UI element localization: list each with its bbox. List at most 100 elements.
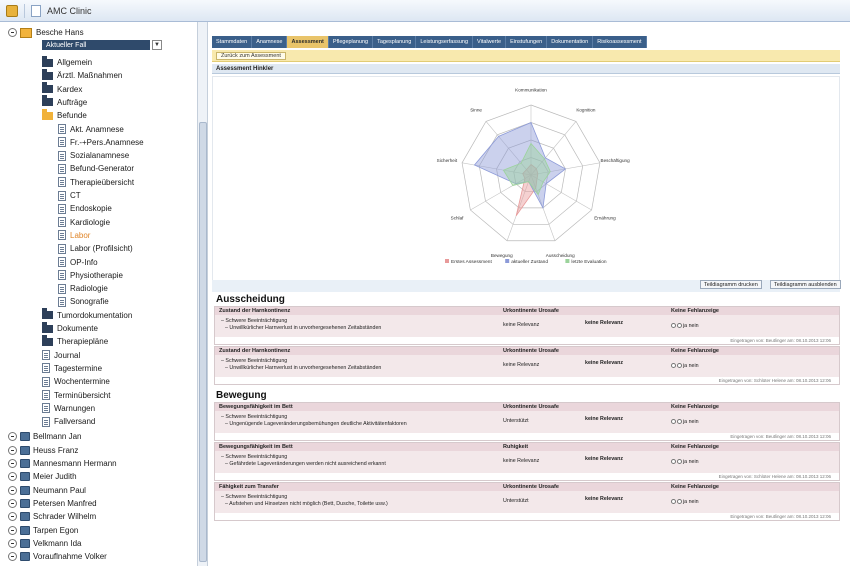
tree-item[interactable]: Radiologie <box>58 282 108 295</box>
tree-item[interactable]: Akt. Anamnese <box>58 123 124 136</box>
tree-scrollbar-thumb[interactable] <box>199 122 207 562</box>
tree-item[interactable]: Befund-Generator <box>58 162 134 175</box>
collapse-toggle-icon[interactable] <box>8 28 17 37</box>
tree-item[interactable]: Ärztl. Maßnahmen <box>42 68 122 82</box>
yes-no-radio-group[interactable]: ja nein <box>671 499 699 505</box>
patient-name: Velkmann Ida <box>33 538 82 548</box>
tab-risikoassessment[interactable]: Risikoassessment <box>593 36 647 48</box>
expand-toggle-icon[interactable] <box>8 432 17 442</box>
tab-vitalwerte[interactable]: Vitalwerte <box>473 36 507 48</box>
tree-item[interactable]: Labor (Profilsicht) <box>58 242 133 255</box>
case-selector[interactable]: Aktueller Fall ▼ <box>42 40 162 50</box>
radio-yes[interactable] <box>671 459 676 465</box>
tree-item[interactable]: Tagestermine <box>42 362 102 375</box>
expand-toggle-icon[interactable] <box>8 552 17 562</box>
tree-item[interactable]: Sozialanamnese <box>58 149 129 162</box>
radio-yes[interactable] <box>671 499 676 505</box>
tree-item[interactable]: Kardiologie <box>58 216 110 229</box>
radio-labels: ja nein <box>683 459 699 465</box>
expand-toggle-icon[interactable] <box>8 538 17 548</box>
expand-toggle-icon[interactable] <box>8 498 17 508</box>
patient-node[interactable]: Vorauflnahme Volker <box>8 550 107 563</box>
tree-item[interactable]: Befunde <box>42 108 87 122</box>
tree-item[interactable]: Labor <box>58 229 90 242</box>
print-chart-button[interactable]: Teildiagramm drucken <box>700 280 762 289</box>
expand-toggle-icon[interactable] <box>8 525 17 535</box>
tree-item[interactable]: Therapieübersicht <box>58 176 134 189</box>
tree-item[interactable]: Allgemein <box>42 55 92 69</box>
card-value: keine Relevanz <box>585 320 623 326</box>
hide-chart-button[interactable]: Teildiagramm ausblenden <box>770 280 841 289</box>
tree-item[interactable]: Wochentermine <box>42 375 110 388</box>
patient-node[interactable]: Neumann Paul <box>8 484 86 497</box>
tree-item[interactable]: Fallversand <box>42 415 95 428</box>
card-severity: – Schwere Beeinträchtigung <box>221 494 288 500</box>
radio-no[interactable] <box>677 323 682 329</box>
document-icon <box>42 376 50 387</box>
tab-assessment[interactable]: Assessment <box>287 36 329 48</box>
card-column-header: Keine Fehlanzeige <box>671 404 719 410</box>
patient-tree: Besche Hans Allgemein Ärztl. Maßnahmen Kard… <box>0 22 198 566</box>
tab-tagesplanung[interactable]: Tagesplanung <box>373 36 417 48</box>
expand-toggle-icon[interactable] <box>8 512 17 522</box>
tree-item[interactable]: Journal <box>42 349 80 362</box>
yes-no-radio-group[interactable]: ja nein <box>671 323 699 329</box>
radio-no[interactable] <box>677 363 682 369</box>
patient-node[interactable]: Bellmann Jan <box>8 430 81 443</box>
assessment-card: Bewegungsfähigkeit im Bett Ruhigkeit Keine… <box>214 442 840 481</box>
patient-node[interactable]: Petersen Manfred <box>8 497 97 510</box>
patient-node[interactable]: Mannesmann Hermann <box>8 457 117 470</box>
yes-no-radio-group[interactable]: ja nein <box>671 419 699 425</box>
radio-labels: ja nein <box>683 419 699 425</box>
app-logo-icon[interactable] <box>6 4 18 17</box>
tab-stammdaten[interactable]: Stammdaten <box>212 36 253 48</box>
tree-item[interactable]: Sonografie <box>58 295 109 308</box>
radio-no[interactable] <box>677 499 682 505</box>
card-value: keine Relevanz <box>503 458 540 464</box>
tab-einstufungen[interactable]: Einstufungen <box>506 36 548 48</box>
tab-anamnese[interactable]: Anamnese <box>252 36 288 48</box>
tree-item[interactable]: Aufträge <box>42 95 87 109</box>
patient-node[interactable]: Heuss Franz <box>8 444 78 457</box>
patient-node[interactable]: Schrader Wilhelm <box>8 510 96 523</box>
tab-pflegeplanung[interactable]: Pflegeplanung <box>328 36 374 48</box>
radio-yes[interactable] <box>671 363 676 369</box>
legend-swatch <box>445 259 449 263</box>
back-to-assessment-button[interactable]: Zurück zum Assessment <box>216 52 286 60</box>
patient-node[interactable]: Tarpen Egon <box>8 524 78 537</box>
tree-item[interactable]: Endoskopie <box>58 202 112 215</box>
radio-yes[interactable] <box>671 419 676 425</box>
folder-icon <box>42 308 53 320</box>
card-footer: Eingetragen von: Beutlinger am: 08.10.20… <box>215 513 839 520</box>
tree-item[interactable]: Dokumente <box>42 321 98 335</box>
tree-item[interactable]: Kardex <box>42 82 82 96</box>
tree-item[interactable]: Tumordokumentation <box>42 308 132 322</box>
card-severity: – Schwere Beeinträchtigung <box>221 454 288 460</box>
patient-node-open[interactable]: Besche Hans <box>8 26 84 39</box>
tree-item[interactable]: Physiotherapie <box>58 269 123 282</box>
tab-dokumentation[interactable]: Dokumentation <box>547 36 594 48</box>
chevron-down-icon[interactable]: ▼ <box>152 40 162 50</box>
radio-no[interactable] <box>677 459 682 465</box>
tree-item[interactable]: Terminübersicht <box>42 389 110 402</box>
radio-labels: ja nein <box>683 499 699 505</box>
radio-no[interactable] <box>677 419 682 425</box>
patient-name: Heuss Franz <box>33 445 79 455</box>
tree-scrollbar[interactable] <box>198 22 208 566</box>
tree-item[interactable]: Fr.-+Pers.Anamnese <box>58 136 144 149</box>
patient-node[interactable]: Velkmann Ida <box>8 537 81 550</box>
radio-yes[interactable] <box>671 323 676 329</box>
tree-item-label: Fr.-+Pers.Anamnese <box>70 137 144 147</box>
expand-toggle-icon[interactable] <box>8 445 17 455</box>
yes-no-radio-group[interactable]: ja nein <box>671 459 699 465</box>
tree-item[interactable]: Therapiepläne <box>42 334 108 348</box>
tree-item[interactable]: Warnungen <box>42 402 95 415</box>
expand-toggle-icon[interactable] <box>8 459 17 468</box>
tree-item[interactable]: OP-Info <box>58 256 98 269</box>
yes-no-radio-group[interactable]: ja nein <box>671 363 699 369</box>
expand-toggle-icon[interactable] <box>8 485 17 495</box>
tree-item[interactable]: CT <box>58 189 81 202</box>
tab-leistungserfassung[interactable]: Leistungserfassung <box>416 36 474 48</box>
expand-toggle-icon[interactable] <box>8 472 17 482</box>
patient-node[interactable]: Meier Judith <box>8 470 77 483</box>
